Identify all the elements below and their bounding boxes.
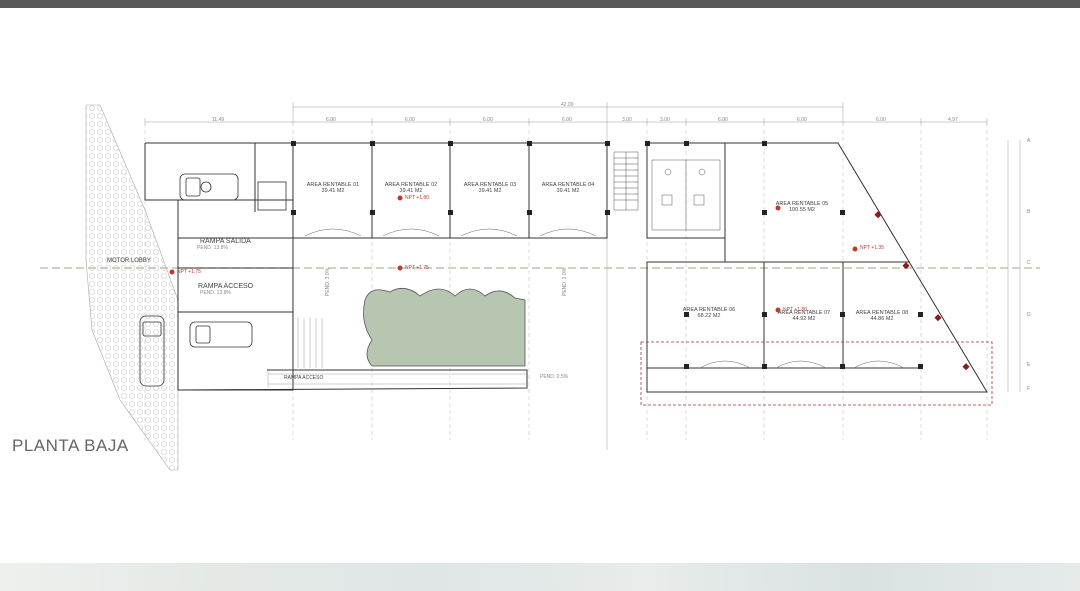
dim-label: 4.97 bbox=[948, 117, 958, 123]
grid-row-label: A bbox=[1027, 138, 1031, 144]
level-label: NPT +1.35 bbox=[860, 245, 884, 251]
slope-label: PEND. 3.0% bbox=[562, 267, 568, 296]
ramp-access-slope: PEND. 13.8% bbox=[200, 290, 231, 296]
unit-area: 68.22 M2 bbox=[698, 313, 721, 319]
grid-row-markers: A B C D E F bbox=[1027, 138, 1031, 392]
unit-area: 39.41 M2 bbox=[400, 188, 423, 194]
unit-area: 44.86 M2 bbox=[871, 316, 894, 322]
level-markers: NPT +1.80 NPT +1.75 NPT +1.35 NPT +1.80 … bbox=[169, 195, 884, 313]
lot-hatch bbox=[85, 104, 179, 471]
entrance-steps bbox=[297, 318, 323, 368]
ramp-access-bottom-label: RAMPA ACCESO bbox=[284, 375, 323, 381]
motor-lobby-label: MOTOR LOBBY bbox=[107, 258, 151, 264]
dim-label: 11.49 bbox=[212, 117, 224, 123]
level-label: NPT +1.80 bbox=[783, 307, 807, 313]
ramp-exit-slope: PEND. 13.8% bbox=[197, 245, 228, 251]
slope-label: PEND. 0.5% bbox=[540, 374, 569, 380]
level-label: NPT +1.75 bbox=[405, 265, 429, 271]
restrooms bbox=[651, 159, 721, 231]
slope-label: PEND. 3.0% bbox=[325, 267, 331, 296]
dim-label: 6.00 bbox=[797, 117, 807, 123]
red-markers bbox=[874, 211, 970, 371]
plan-title: PLANTA BAJA bbox=[12, 436, 129, 455]
grid-row-label: E bbox=[1027, 362, 1031, 368]
dim-label: 6.00 bbox=[562, 117, 572, 123]
dim-label: 3.00 bbox=[660, 117, 670, 123]
grid-row-label: F bbox=[1027, 386, 1030, 392]
unit-area: 39.41 M2 bbox=[479, 188, 502, 194]
dimension-lines bbox=[144, 102, 1021, 450]
grid-row-label: D bbox=[1027, 312, 1031, 318]
dim-label: 3.00 bbox=[622, 117, 632, 123]
dim-label: 6.00 bbox=[326, 117, 336, 123]
grid-row-label: B bbox=[1027, 209, 1031, 215]
dim-label: 6.00 bbox=[405, 117, 415, 123]
stairs bbox=[613, 151, 639, 211]
ramp-access-label: RAMPA ACCESO bbox=[198, 283, 254, 290]
dim-label: 6.00 bbox=[483, 117, 493, 123]
garden bbox=[363, 287, 526, 367]
ramp-exit-label: RAMPA SALIDA bbox=[200, 238, 251, 245]
unit-area: 100.55 M2 bbox=[789, 207, 815, 213]
level-label: NPT +1.75 bbox=[177, 269, 201, 275]
terrace-outline bbox=[640, 341, 993, 406]
floor-plan: 42.00 11.49 6.00 6.00 6.00 6.00 3.00 3.0… bbox=[12, 102, 1040, 471]
level-label: NPT +1.80 bbox=[405, 195, 429, 201]
bottom-photo-strip bbox=[0, 563, 1080, 591]
overall-dimension: 42.00 bbox=[561, 102, 574, 108]
unit-area: 39.41 M2 bbox=[557, 188, 580, 194]
dim-label: 6.00 bbox=[718, 117, 728, 123]
grid-row-label: C bbox=[1027, 260, 1031, 266]
unit-area: 39.41 M2 bbox=[322, 188, 345, 194]
dim-label: 6.00 bbox=[876, 117, 886, 123]
unit-area: 44.92 M2 bbox=[793, 316, 816, 322]
